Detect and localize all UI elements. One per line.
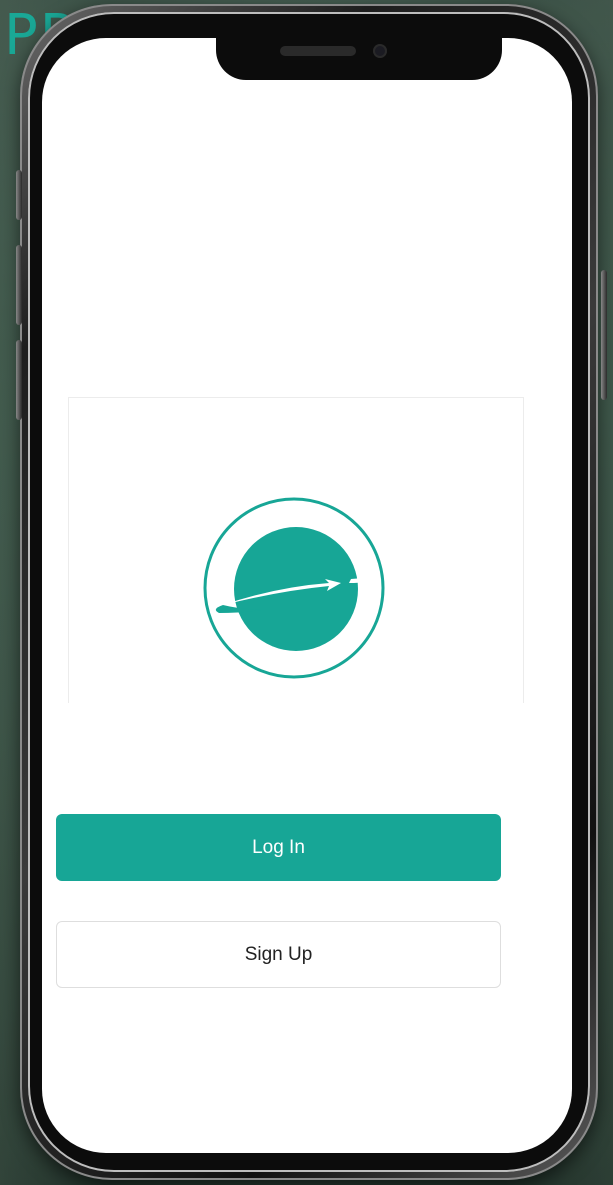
phone-side-button-left-1 xyxy=(16,170,22,220)
phone-side-button-right xyxy=(601,270,607,400)
login-button[interactable]: Log In xyxy=(56,814,501,881)
phone-side-button-left-3 xyxy=(16,340,22,420)
globe-arrow-logo-icon xyxy=(203,497,385,679)
speaker-grille xyxy=(280,46,356,56)
front-camera-icon xyxy=(373,44,387,58)
phone-side-button-left-2 xyxy=(16,245,22,325)
signup-button[interactable]: Sign Up xyxy=(56,921,501,988)
phone-notch xyxy=(216,38,502,80)
